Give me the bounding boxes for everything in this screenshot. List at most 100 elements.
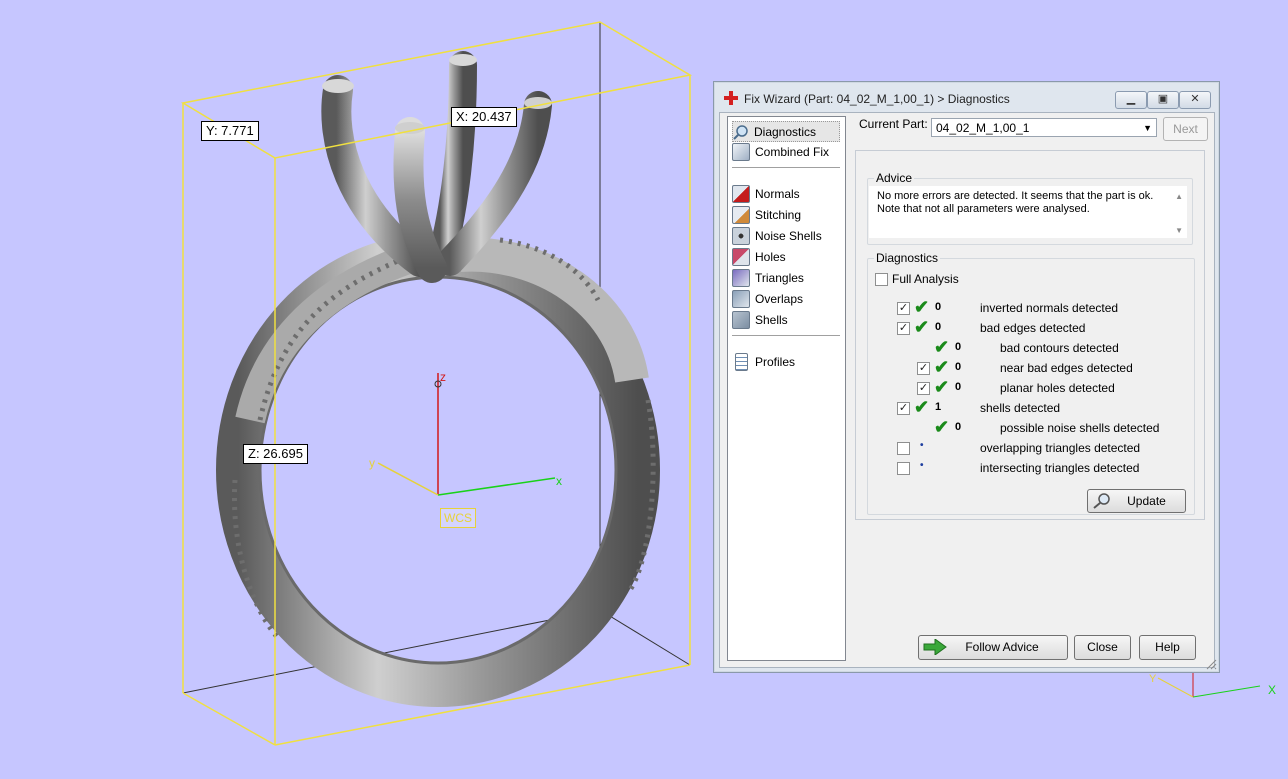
title-bar[interactable]: Fix Wizard (Part: 04_02_M_1,00_1) > Diag… [714, 82, 1219, 112]
nav-label-normals: Normals [755, 186, 800, 201]
help-button[interactable]: Help [1139, 635, 1196, 660]
current-part-select[interactable]: 04_02_M_1,00_1 ▼ [931, 118, 1157, 137]
current-part-label: Current Part: [859, 117, 928, 131]
full-analysis-label: Full Analysis [892, 272, 959, 286]
mini-axis-y-label: Y [1149, 673, 1157, 685]
close-button[interactable]: Close [1074, 635, 1131, 660]
inverted-normals-checkbox[interactable]: ✓ [897, 302, 910, 315]
advice-line-1: No more errors are detected. It seems th… [877, 190, 1154, 202]
planar-holes-checkbox[interactable]: ✓ [917, 382, 930, 395]
check-icon: ✔ [934, 337, 950, 357]
noise-shells-count: 0 [955, 421, 962, 433]
full-analysis-checkbox[interactable] [875, 273, 888, 286]
nav-label-shells: Shells [755, 312, 788, 327]
maximize-button[interactable]: ▣ [1147, 91, 1179, 109]
nav-item-overlaps[interactable]: Overlaps [732, 289, 842, 308]
normals-icon [732, 184, 750, 203]
nav-item-diagnostics[interactable]: Diagnostics [732, 121, 840, 142]
follow-advice-button[interactable]: Follow Advice [918, 635, 1068, 660]
bad-edges-label: bad edges detected [980, 321, 1086, 335]
nav-label-profiles: Profiles [755, 354, 796, 369]
nav-label-holes: Holes [755, 249, 786, 264]
check-icon: ✔ [934, 377, 950, 397]
update-button[interactable]: Update [1087, 489, 1186, 513]
update-label: Update [1127, 494, 1166, 508]
cube-icon [732, 142, 750, 161]
shells-label: shells detected [980, 401, 1061, 415]
nav-item-normals[interactable]: Normals [732, 184, 842, 203]
nav-item-combined-fix[interactable]: Combined Fix [732, 142, 842, 161]
advice-line-2: Note that not all parameters were analys… [877, 203, 1090, 215]
nav-item-triangles[interactable]: Triangles [732, 268, 842, 287]
bad-contours-label: bad contours detected [1000, 341, 1119, 355]
near-bad-edges-checkbox[interactable]: ✓ [917, 362, 930, 375]
bad-contours-count: 0 [955, 341, 962, 353]
nav-label-noise-shells: Noise Shells [755, 228, 822, 243]
triangles-icon [732, 268, 750, 287]
check-icon: ✔ [934, 357, 950, 377]
advice-title: Advice [874, 171, 915, 185]
next-button[interactable]: Next [1163, 117, 1208, 141]
holes-icon [732, 247, 750, 266]
overlapping-triangles-checkbox[interactable] [897, 442, 910, 455]
check-icon: ✔ [914, 297, 930, 317]
magnifier-icon [733, 124, 748, 140]
nav-item-profiles[interactable]: Profiles [732, 352, 842, 371]
diagnostics-page: Current Part: 04_02_M_1,00_1 ▼ Next Advi… [855, 113, 1210, 663]
dimension-y-label: Y: 7.771 [201, 121, 259, 141]
nav-item-noise-shells[interactable]: Noise Shells [732, 226, 842, 245]
diagnostics-title: Diagnostics [874, 251, 941, 265]
diagnostics-panel: Advice No more errors are detected. It s… [855, 150, 1205, 520]
nav-label-diagnostics: Diagnostics [754, 124, 817, 139]
arrow-right-icon [923, 639, 947, 655]
fix-wizard-dialog: Fix Wizard (Part: 04_02_M_1,00_1) > Diag… [713, 81, 1220, 673]
nav-item-stitching[interactable]: Stitching [732, 205, 842, 224]
nav-separator [732, 335, 840, 336]
inverted-normals-count: 0 [935, 301, 942, 313]
axis-y-label: y [369, 456, 375, 470]
minimize-button[interactable]: ▁ [1115, 91, 1147, 109]
close-icon: ✕ [1190, 93, 1200, 105]
nav-item-holes[interactable]: Holes [732, 247, 842, 266]
nav-label-combined-fix: Combined Fix [755, 144, 830, 159]
planar-holes-label: planar holes detected [1000, 381, 1115, 395]
bad-edges-checkbox[interactable]: ✓ [897, 322, 910, 335]
scroll-down-icon[interactable]: ▼ [1175, 224, 1183, 237]
near-bad-edges-count: 0 [955, 361, 962, 373]
dialog-client-area: Diagnostics Combined Fix Normals Stitchi… [719, 112, 1215, 668]
intersecting-triangles-checkbox[interactable] [897, 462, 910, 475]
wizard-nav-list: Diagnostics Combined Fix Normals Stitchi… [727, 116, 846, 661]
current-part-value: 04_02_M_1,00_1 [936, 121, 1030, 135]
check-icon: ✔ [914, 397, 930, 417]
shells-icon [732, 310, 750, 329]
maximize-icon: ▣ [1157, 93, 1169, 105]
nav-label-stitching: Stitching [755, 207, 802, 222]
nav-label-overlaps: Overlaps [755, 291, 804, 306]
shells-checkbox[interactable]: ✓ [897, 402, 910, 415]
overlaps-icon [732, 289, 750, 308]
dimension-x-label: X: 20.437 [451, 107, 517, 127]
noise-shells-label: possible noise shells detected [1000, 421, 1160, 435]
wcs-label: WCS [440, 508, 476, 528]
resize-grip-icon[interactable] [1205, 658, 1217, 670]
advice-textbox[interactable]: No more errors are detected. It seems th… [869, 186, 1187, 238]
orientation-triad: X Y [1149, 672, 1276, 698]
advice-group: Advice No more errors are detected. It s… [867, 171, 1193, 245]
nav-item-shells[interactable]: Shells [732, 310, 842, 329]
axis-x-label: x [556, 474, 562, 488]
minimize-icon: ▁ [1126, 93, 1136, 105]
mini-axis-x-label: X [1268, 683, 1276, 697]
follow-advice-label: Follow Advice [965, 640, 1039, 654]
scroll-up-icon[interactable]: ▲ [1175, 190, 1183, 203]
window-close-button[interactable]: ✕ [1179, 91, 1211, 109]
check-icon: ✔ [934, 417, 950, 437]
dot-icon: • [920, 440, 924, 451]
diagnostics-group: Diagnostics Full Analysis ✓ ✔ 0 inverted… [867, 251, 1195, 515]
document-icon [735, 352, 748, 371]
shells-count: 1 [935, 401, 942, 413]
intersecting-triangles-label: intersecting triangles detected [980, 461, 1140, 475]
axis-z-label: z [440, 370, 446, 384]
noise-shells-icon [732, 226, 750, 245]
window-title: Fix Wizard (Part: 04_02_M_1,00_1) > Diag… [744, 92, 1010, 106]
check-icon: ✔ [914, 317, 930, 337]
